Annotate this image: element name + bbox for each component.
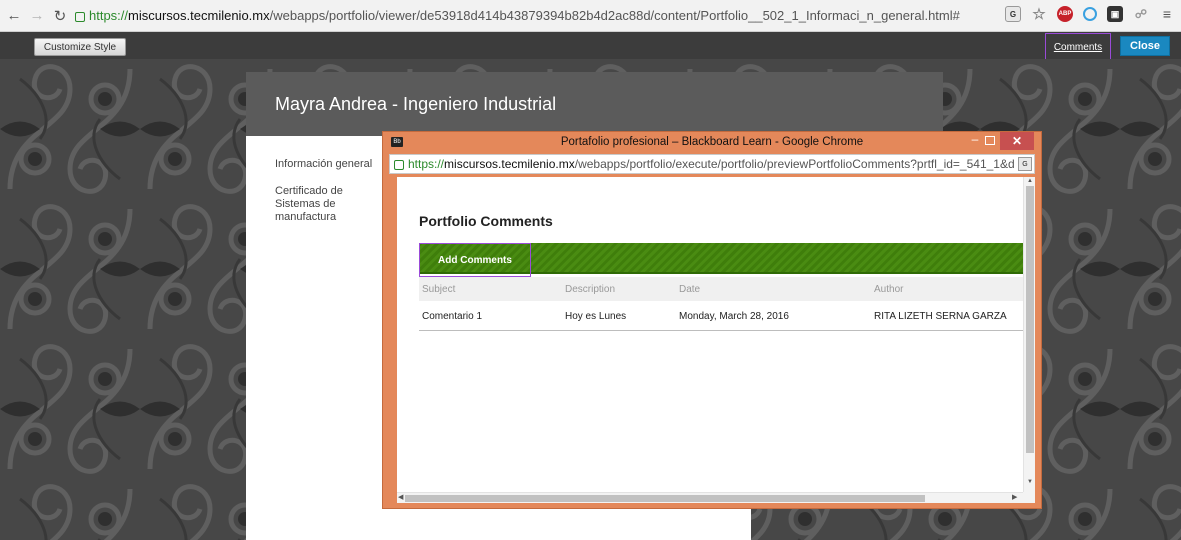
comments-table: Subject Description Date Author Comentar…	[419, 277, 1025, 331]
table-header: Subject Description Date Author	[419, 277, 1025, 301]
close-button[interactable]: Close	[1120, 36, 1170, 56]
minimize-icon[interactable]: –	[967, 133, 983, 148]
page-header: Mayra Andrea - Ingeniero Industrial	[246, 72, 943, 136]
address-bar[interactable]: https://miscursos.tecmilenio.mx/webapps/…	[75, 8, 975, 23]
popup-window-title: Portafolio profesional – Blackboard Lear…	[560, 136, 864, 148]
lock-icon	[75, 11, 85, 22]
popup-url-scheme: https://	[408, 157, 445, 171]
page-title: Mayra Andrea - Ingeniero Industrial	[275, 94, 557, 114]
vertical-scrollbar[interactable]: ▲ ▼	[1023, 177, 1035, 492]
scroll-down-icon[interactable]: ▼	[1027, 479, 1033, 485]
portfolio-comments-heading: Portfolio Comments	[419, 213, 553, 229]
extension-icon[interactable]: ☍	[1133, 6, 1149, 22]
cell-description: Hoy es Lunes	[565, 311, 627, 322]
cell-author: RITA LIZETH SERNA GARZA	[874, 311, 1007, 322]
reload-icon[interactable]: ↻	[51, 7, 69, 25]
add-comments-label[interactable]: Add Comments	[438, 255, 512, 266]
column-header-description[interactable]: Description	[565, 284, 615, 295]
window-close-icon[interactable]: ✕	[1000, 132, 1034, 150]
star-icon[interactable]: ☆	[1031, 6, 1047, 23]
column-header-subject[interactable]: Subject	[422, 284, 455, 295]
vertical-scroll-thumb[interactable]	[1026, 186, 1034, 453]
forward-icon[interactable]: →	[28, 7, 46, 25]
popup-url-path: /webapps/portfolio/execute/portfolio/pre…	[574, 157, 1015, 171]
extension-icons: G ☆ ABP ▣ ☍ ≡	[1005, 6, 1175, 23]
sync-icon[interactable]	[1083, 7, 1097, 21]
maximize-icon[interactable]	[985, 136, 995, 145]
cell-date: Monday, March 28, 2016	[679, 311, 789, 322]
url-path: /webapps/portfolio/viewer/de53918d414b43…	[269, 8, 960, 23]
browser-toolbar: ← → ↻ https://miscursos.tecmilenio.mx/we…	[0, 0, 1181, 32]
table-row[interactable]: Comentario 1 Hoy es Lunes Monday, March …	[419, 301, 1025, 331]
url-domain: miscursos.tecmilenio.mx	[128, 8, 270, 23]
scroll-up-icon[interactable]: ▲	[1027, 178, 1033, 184]
extension-icon[interactable]: ▣	[1107, 6, 1123, 22]
scrollbar-corner	[1023, 492, 1035, 503]
portfolio-toolbar: Customize Style Comments Close	[0, 32, 1181, 61]
comments-link[interactable]: Comments	[1045, 33, 1111, 61]
lock-icon	[394, 160, 404, 170]
nav-item-certificado[interactable]: Certificado de Sistemas de manufactura	[275, 185, 390, 224]
comments-link-label[interactable]: Comments	[1054, 42, 1102, 53]
popup-content: Portfolio Comments Add Comments Subject …	[397, 177, 1035, 503]
column-header-author[interactable]: Author	[874, 284, 903, 295]
customize-style-button[interactable]: Customize Style	[34, 38, 126, 56]
menu-icon[interactable]: ≡	[1159, 6, 1175, 22]
column-header-date[interactable]: Date	[679, 284, 700, 295]
horizontal-scrollbar[interactable]: ◀ ▶	[397, 492, 1023, 503]
url-scheme: https://	[89, 8, 129, 23]
translate-icon[interactable]: G	[1018, 157, 1032, 171]
back-icon[interactable]: ←	[5, 7, 23, 25]
scroll-left-icon[interactable]: ◀	[398, 493, 403, 501]
popup-title-bar[interactable]: Bb Portafolio profesional – Blackboard L…	[383, 132, 1041, 154]
add-comments-button[interactable]: Add Comments	[419, 243, 531, 277]
cell-subject[interactable]: Comentario 1	[422, 311, 482, 322]
popup-address-bar[interactable]: https://miscursos.tecmilenio.mx/webapps/…	[389, 154, 1035, 174]
comments-popup-window: Bb Portafolio profesional – Blackboard L…	[382, 131, 1042, 509]
scroll-right-icon[interactable]: ▶	[1012, 493, 1017, 501]
horizontal-scroll-thumb[interactable]	[405, 495, 925, 502]
adblock-icon[interactable]: ABP	[1057, 6, 1073, 22]
translate-icon[interactable]: G	[1005, 6, 1021, 22]
nav-item-informacion-general[interactable]: Información general	[275, 158, 372, 171]
popup-url-domain: miscursos.tecmilenio.mx	[444, 157, 575, 171]
